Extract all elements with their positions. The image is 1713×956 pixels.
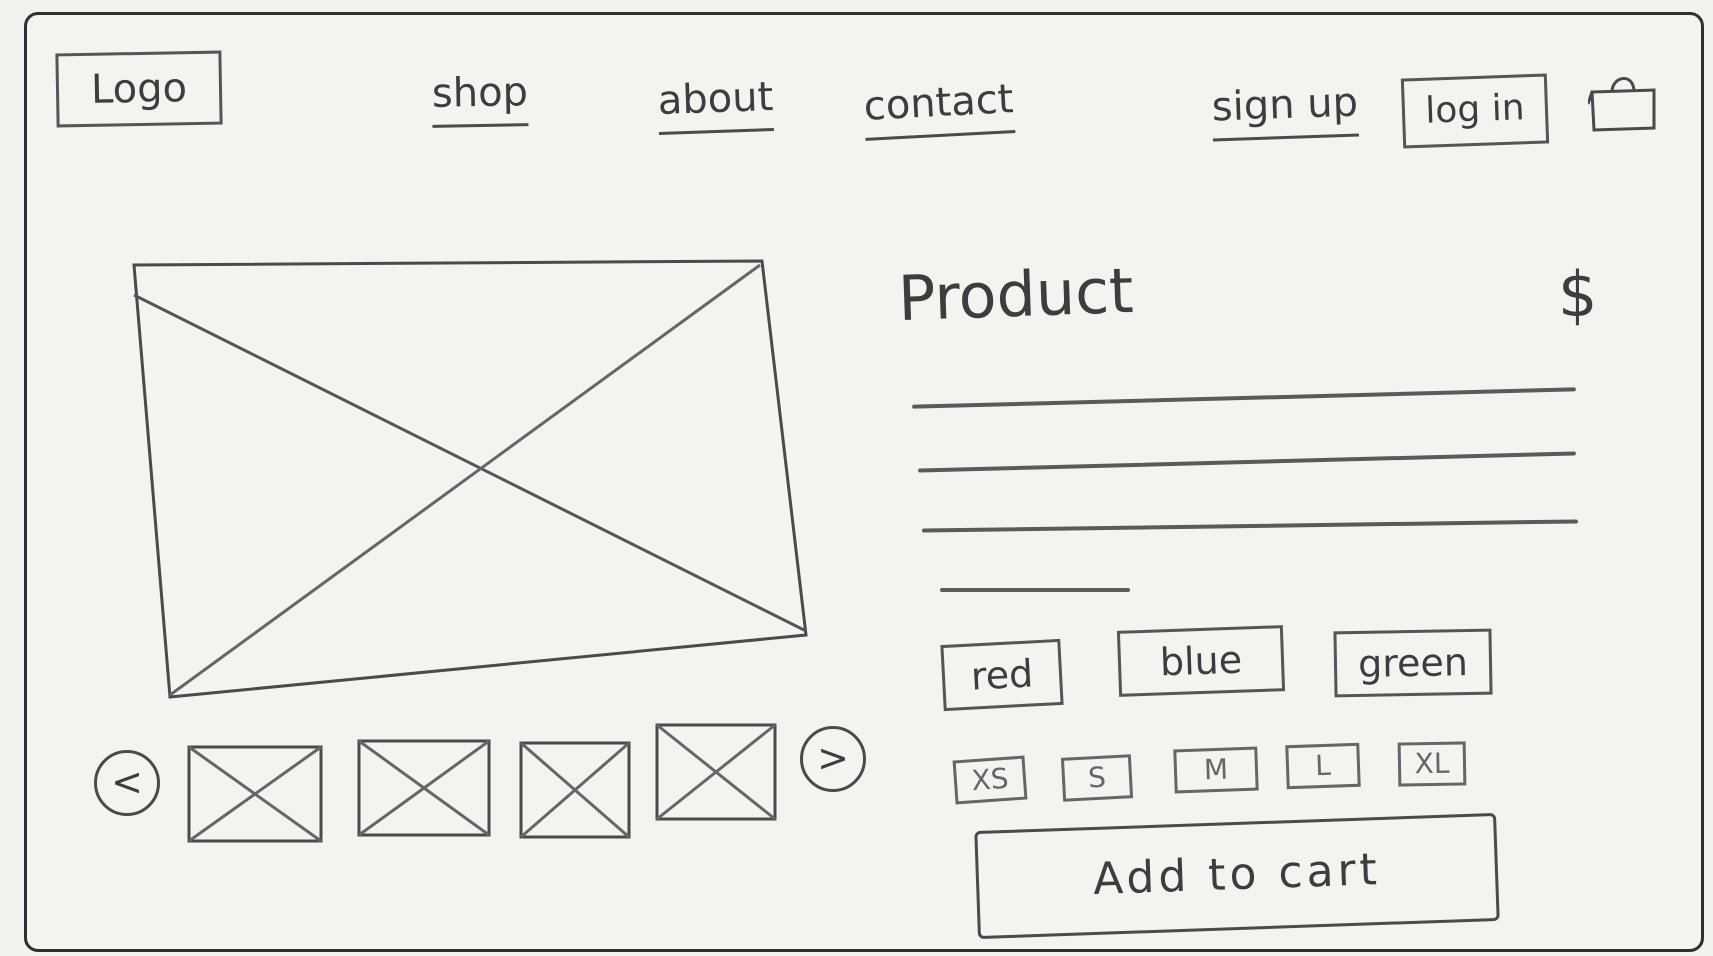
size-option-s[interactable]: S [1060,754,1134,802]
nav-link-about[interactable]: about [657,74,775,135]
chevron-left-icon: < [111,760,143,804]
color-option-red[interactable]: red [940,638,1064,712]
thumbnail-1[interactable] [186,744,324,844]
sign-up-link[interactable]: sign up [1211,79,1360,142]
color-option-green[interactable]: green [1333,628,1493,698]
thumbnail-2[interactable] [356,738,494,838]
product-price: $ [1558,258,1598,331]
thumbnail-4[interactable] [654,722,792,822]
nav-link-shop[interactable]: shop [431,69,529,128]
chevron-right-icon: > [817,736,849,780]
size-option-m[interactable]: M [1173,746,1259,794]
add-to-cart-button[interactable]: Add to cart [974,812,1500,940]
log-in-button[interactable]: log in [1400,73,1550,149]
product-title: Product [896,253,1135,336]
thumbnail-3[interactable] [518,740,656,840]
gallery-prev-button[interactable]: < [94,750,160,816]
shopping-bag-icon[interactable] [1588,70,1658,132]
gallery-next-button[interactable]: > [800,726,866,792]
description-line-4 [940,588,1130,592]
main-product-image [132,259,808,699]
size-option-xs[interactable]: XS [952,755,1028,805]
size-option-xl[interactable]: XL [1397,741,1467,787]
logo[interactable]: Logo [55,50,223,128]
size-option-l[interactable]: L [1285,742,1361,790]
nav-link-contact[interactable]: contact [862,76,1016,141]
color-option-blue[interactable]: blue [1116,625,1286,697]
